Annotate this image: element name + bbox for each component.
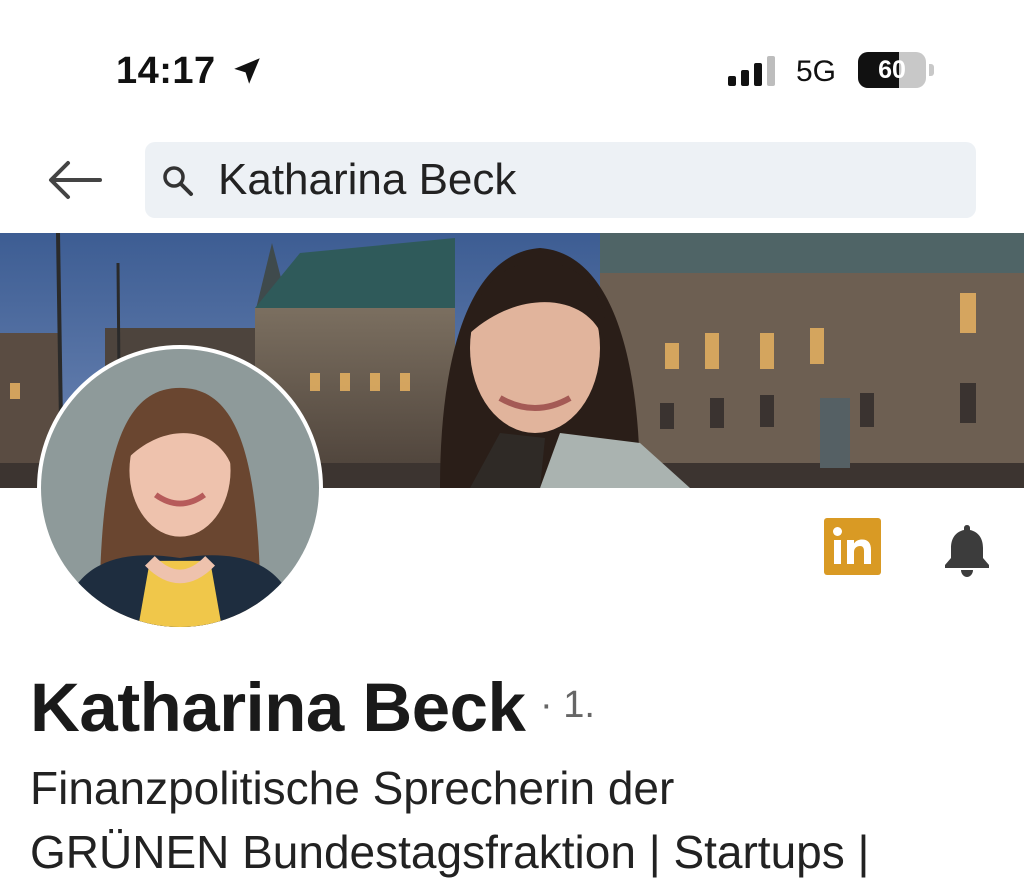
battery-percent: 60 [878, 56, 906, 84]
search-input[interactable]: Katharina Beck [145, 142, 976, 218]
search-icon [163, 166, 193, 196]
profile-headline: Finanzpolitische Sprecherin der GRÜNEN B… [30, 756, 1020, 884]
cellular-signal-icon [728, 56, 775, 86]
headline-line-1: Finanzpolitische Sprecherin der [30, 762, 675, 814]
bell-icon[interactable] [940, 522, 994, 578]
headline-line-2: GRÜNEN Bundestagsfraktion | Startups | [30, 826, 870, 878]
back-arrow-icon[interactable] [40, 150, 110, 210]
profile-name: Katharina Beck [30, 669, 526, 746]
network-type: 5G [796, 55, 837, 88]
status-time: 14:17 [116, 50, 216, 92]
profile-avatar[interactable] [37, 345, 323, 631]
battery-indicator: 60 [858, 52, 936, 88]
search-query[interactable]: Katharina Beck [218, 156, 516, 204]
connection-degree: · 1. [540, 684, 595, 726]
linkedin-icon[interactable] [824, 518, 881, 575]
location-arrow-icon [234, 58, 260, 84]
status-bar: 14:17 5G 60 [0, 0, 1024, 130]
